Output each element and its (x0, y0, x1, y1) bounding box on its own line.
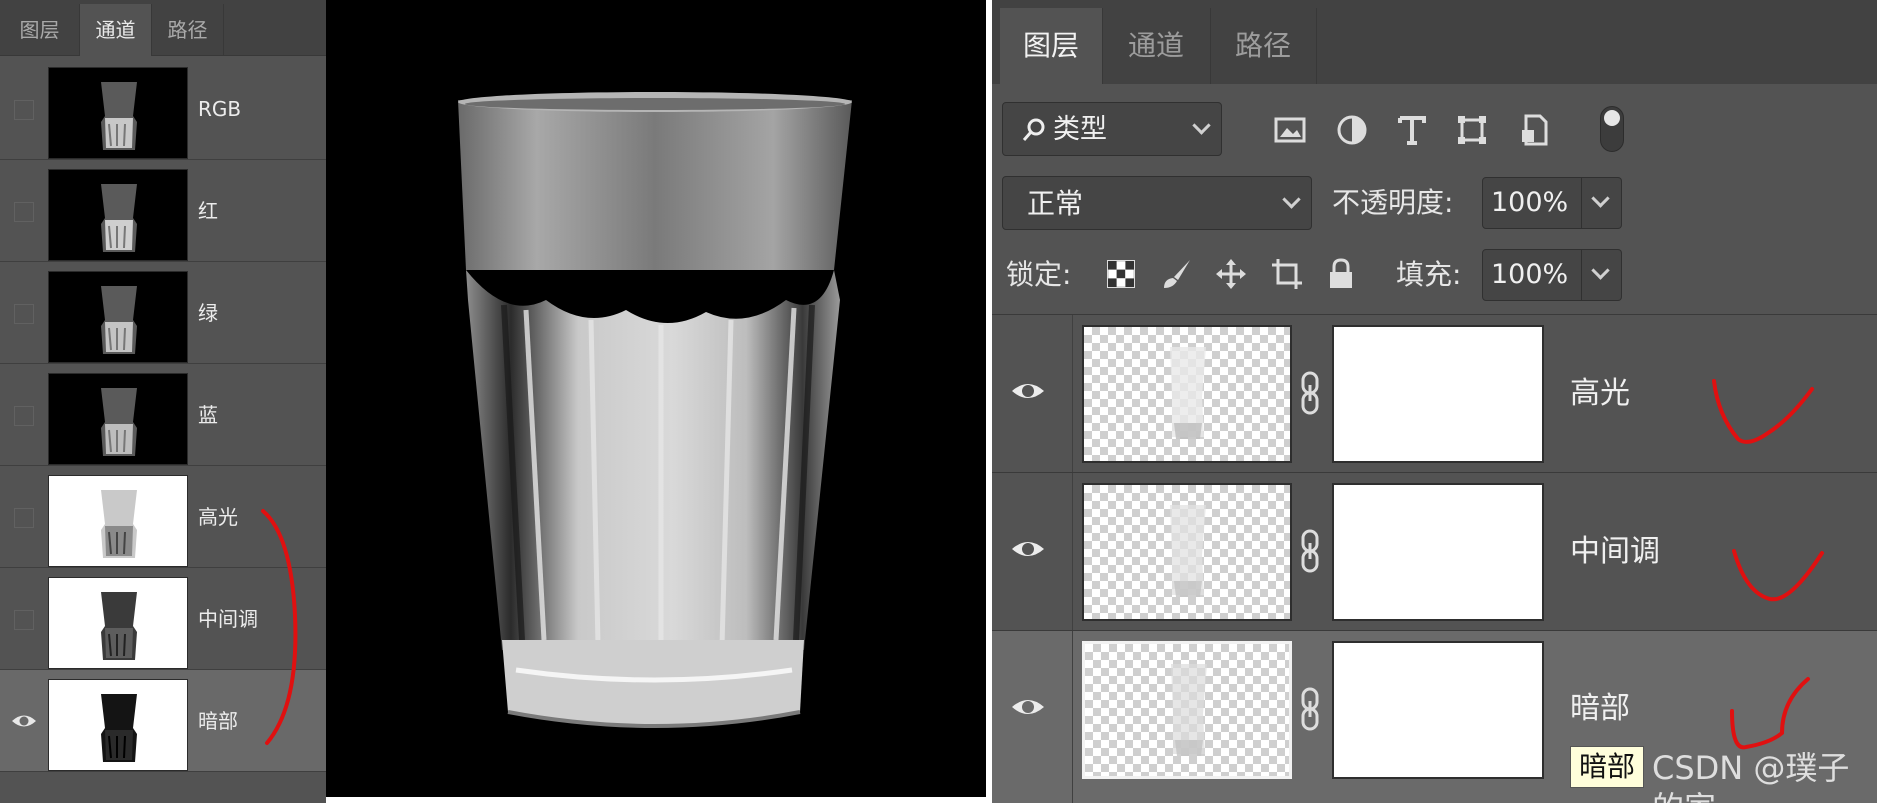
chevron-down-icon (1591, 261, 1610, 280)
layer-mask-thumbnail[interactable] (1332, 641, 1544, 779)
eye-icon[interactable] (1010, 693, 1046, 721)
layer-filter-dropdown[interactable]: 类型 (1002, 102, 1222, 156)
opacity-dropdown-button[interactable] (1582, 177, 1622, 229)
channel-thumbnail (48, 577, 188, 669)
chevron-down-icon (1591, 189, 1610, 208)
tab-paths[interactable]: 路径 (1210, 8, 1316, 84)
chevron-down-icon (1192, 116, 1211, 135)
channel-thumbnail (48, 67, 188, 159)
channel-row-rgb[interactable]: RGB (0, 58, 326, 160)
channel-thumbnail (48, 373, 188, 465)
layer-mask-thumbnail[interactable] (1332, 483, 1544, 621)
tab-channels[interactable]: 通道 (80, 4, 152, 56)
lock-position-icon[interactable] (1214, 257, 1248, 291)
fill-field[interactable]: 100% (1482, 249, 1582, 301)
fill-value: 100% (1491, 259, 1569, 290)
lock-transparent-icon[interactable] (1104, 257, 1138, 291)
watermark: CSDN @璞子的家 (1652, 749, 1850, 803)
visibility-toggle[interactable] (14, 610, 34, 630)
layer-row-highlights[interactable]: 高光 (992, 314, 1877, 473)
opacity-label: 不透明度: (1332, 186, 1454, 219)
chevron-down-icon (1282, 190, 1301, 209)
layer-mask-thumbnail[interactable] (1332, 325, 1544, 463)
filter-toggle-switch[interactable] (1600, 106, 1624, 152)
layer-thumbnail (1082, 641, 1292, 779)
fill-dropdown-button[interactable] (1582, 249, 1622, 301)
channel-row-green[interactable]: 绿 (0, 262, 326, 364)
channel-label: 蓝 (198, 403, 218, 427)
layer-name: 高光 (1570, 376, 1630, 411)
visibility-toggle[interactable] (14, 406, 34, 426)
smart-object-filter-icon[interactable] (1516, 112, 1552, 148)
type-filter-icon[interactable] (1394, 112, 1430, 148)
channel-thumbnail (48, 475, 188, 567)
layer-name-tooltip: 暗部 (1570, 746, 1645, 788)
blend-mode-value: 正常 (1027, 187, 1084, 220)
search-icon (1022, 118, 1045, 141)
layer-name: 中间调 (1570, 534, 1660, 569)
glass-photo (326, 0, 992, 803)
channel-label: RGB (198, 97, 242, 121)
layers-panel: 图层 通道 路径 类型 正常 不透明度: 100% 锁定: 填充: 100% 高… (992, 0, 1877, 803)
layer-thumbnail (1082, 325, 1292, 463)
red-bracket-annotation (261, 509, 298, 745)
opacity-value: 100% (1491, 187, 1569, 218)
tab-layers[interactable]: 图层 (1000, 8, 1102, 84)
filter-label: 类型 (1053, 114, 1107, 145)
channel-row-blue[interactable]: 蓝 (0, 364, 326, 466)
layers-panel-tabbar: 图层 通道 路径 (992, 0, 1877, 84)
lock-paint-icon[interactable] (1160, 257, 1194, 291)
eye-icon[interactable] (10, 710, 38, 732)
tab-paths[interactable]: 路径 (152, 4, 224, 56)
eye-icon[interactable] (1010, 377, 1046, 405)
link-icon[interactable] (1298, 529, 1322, 573)
lock-label: 锁定: (1006, 258, 1072, 291)
layer-row-midtones[interactable]: 中间调 (992, 472, 1877, 631)
channel-thumbnail (48, 169, 188, 261)
link-icon[interactable] (1298, 687, 1322, 731)
lock-all-icon[interactable] (1324, 257, 1358, 291)
link-icon[interactable] (1298, 371, 1322, 415)
channel-label: 红 (198, 199, 218, 223)
adjustment-filter-icon[interactable] (1334, 112, 1370, 148)
red-checkmark-annotation (1732, 549, 1824, 602)
layers-panel-body: 图层 通道 路径 类型 正常 不透明度: 100% 锁定: 填充: 100% 高… (992, 0, 1877, 803)
channel-label: 中间调 (198, 607, 258, 631)
eye-icon[interactable] (1010, 535, 1046, 563)
red-checkmark-annotation (1712, 379, 1814, 444)
tab-channels[interactable]: 通道 (1102, 8, 1210, 84)
opacity-field[interactable]: 100% (1482, 177, 1582, 229)
channel-label: 绿 (198, 301, 218, 325)
visibility-toggle[interactable] (14, 202, 34, 222)
red-checkmark-annotation (1730, 677, 1810, 750)
visibility-toggle[interactable] (14, 508, 34, 528)
channel-thumbnail (48, 271, 188, 363)
tab-layers[interactable]: 图层 (0, 4, 80, 56)
channel-label: 高光 (198, 505, 238, 529)
channels-panel: 图层 通道 路径 RGB 红 绿 蓝 高光 中间调 暗部 (0, 0, 326, 803)
shape-filter-icon[interactable] (1454, 112, 1490, 148)
blend-mode-dropdown[interactable]: 正常 (1002, 176, 1312, 230)
lock-artboard-icon[interactable] (1270, 257, 1304, 291)
image-filter-icon[interactable] (1272, 112, 1308, 148)
channels-panel-tabbar: 图层 通道 路径 (0, 0, 326, 56)
fill-label: 填充: (1396, 258, 1462, 291)
visibility-toggle[interactable] (14, 100, 34, 120)
channel-row-red[interactable]: 红 (0, 160, 326, 262)
channel-label: 暗部 (198, 709, 238, 733)
layer-thumbnail (1082, 483, 1292, 621)
visibility-toggle[interactable] (14, 304, 34, 324)
channel-thumbnail (48, 679, 188, 771)
